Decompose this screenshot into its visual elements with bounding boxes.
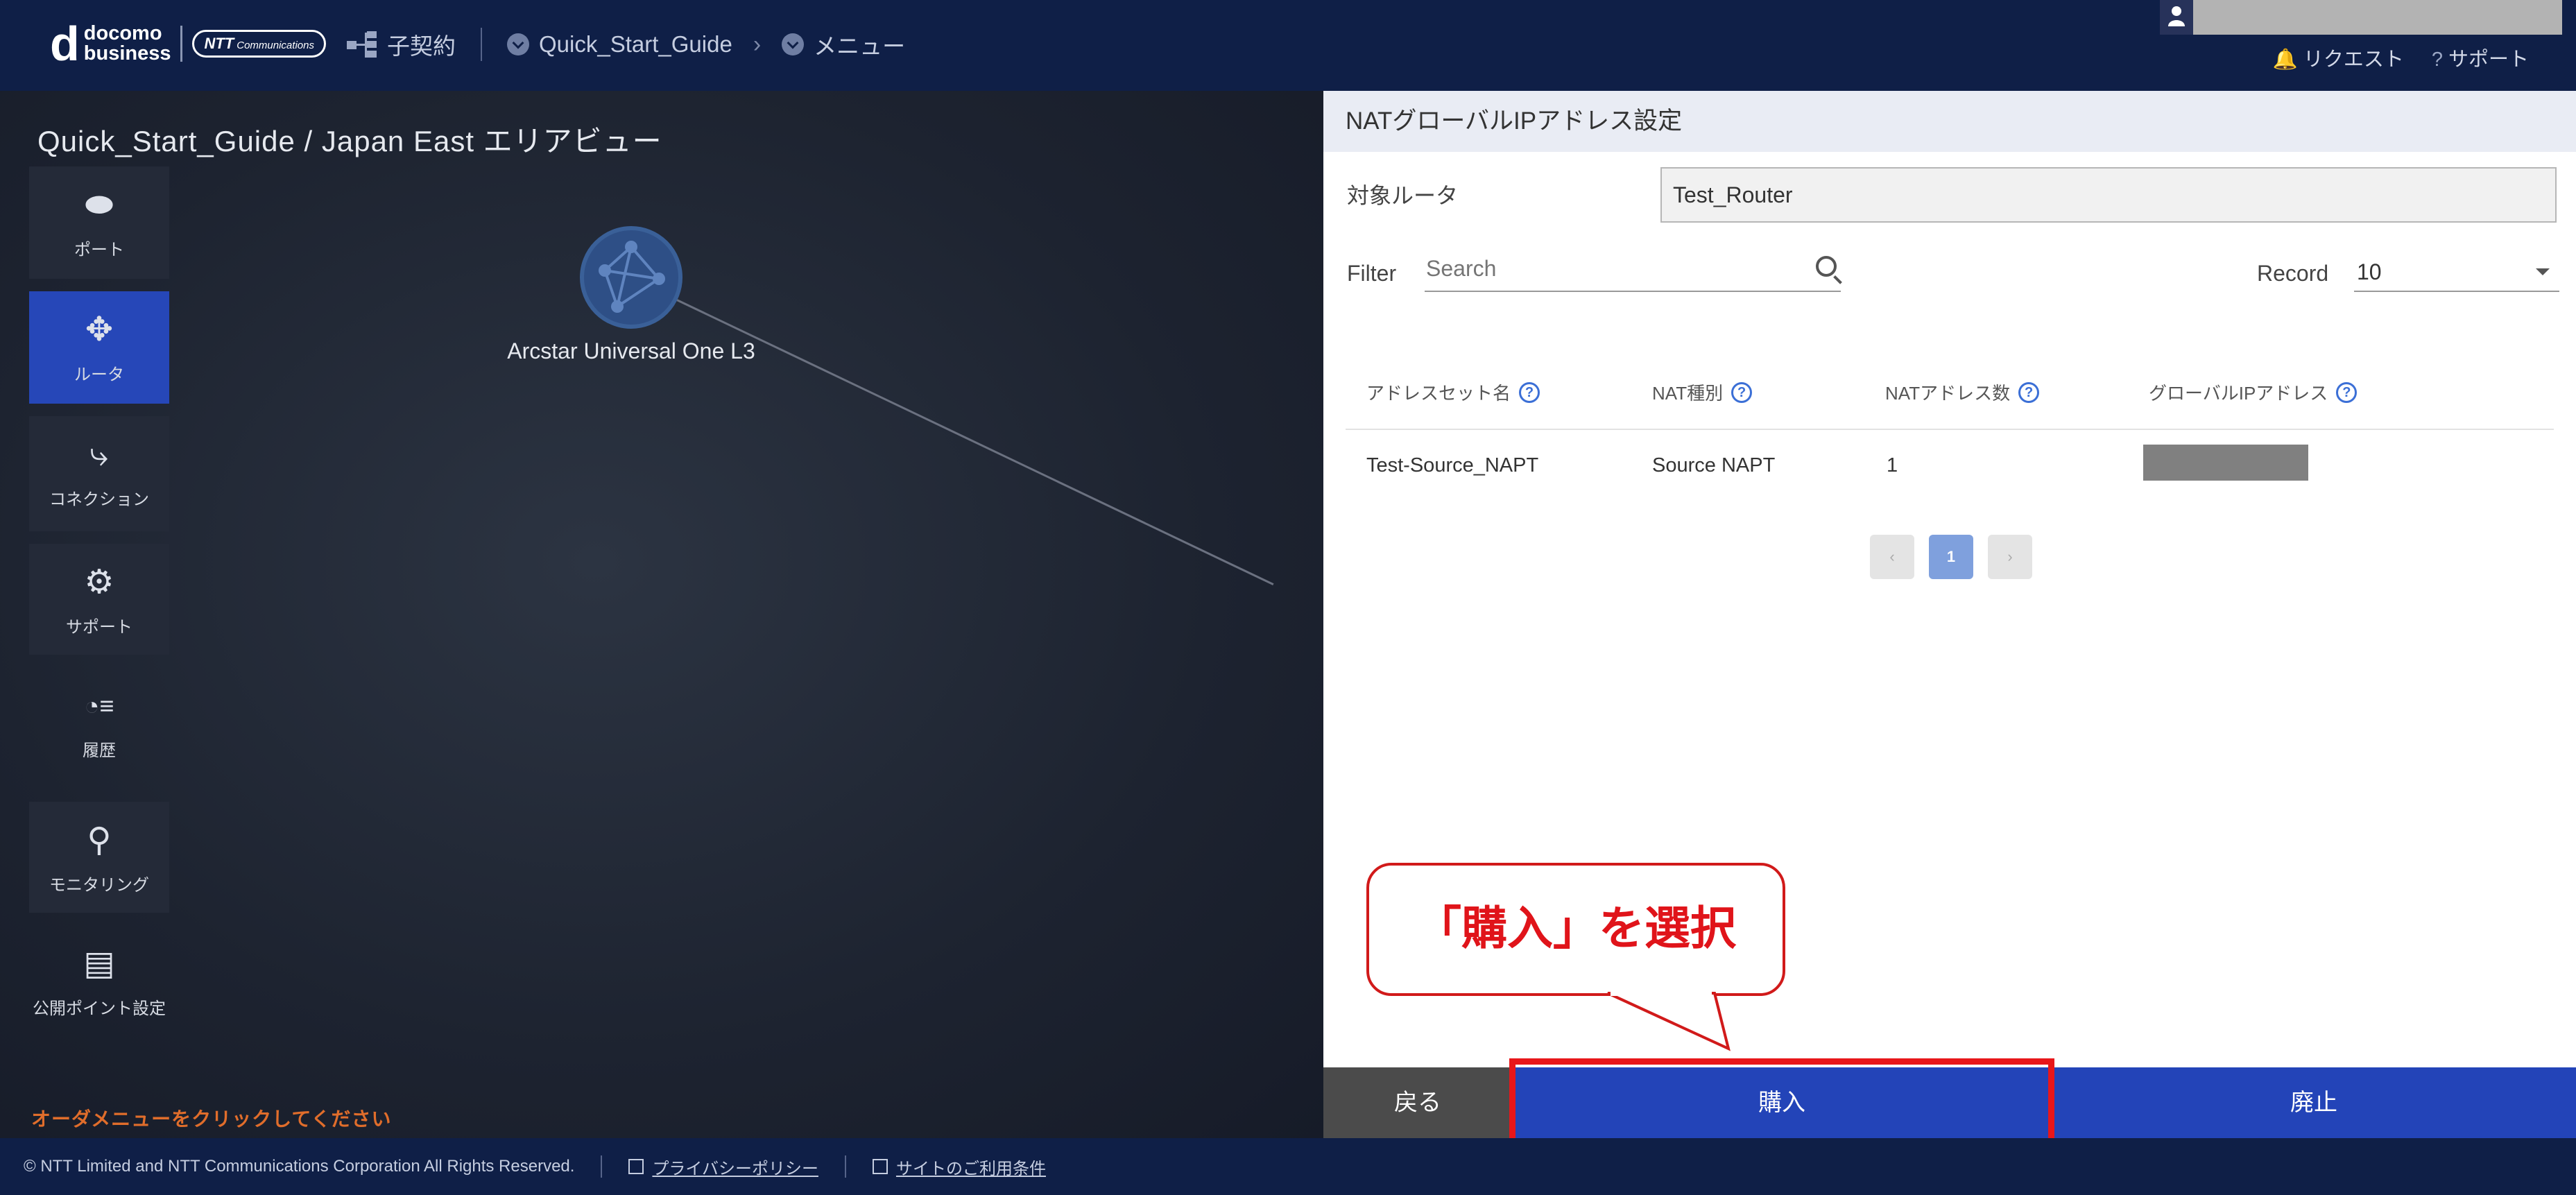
monitoring-icon: ⚲ (87, 822, 112, 859)
column-label: アドレスセット名 (1366, 383, 1511, 404)
ntt-logo: NTT Communications (192, 30, 326, 58)
page-footer: © NTT Limited and NTT Communications Cor… (0, 1138, 2576, 1195)
cancel-button[interactable]: 廃止 (2052, 1067, 2576, 1138)
copyright-text: © NTT Limited and NTT Communications Cor… (24, 1157, 575, 1176)
sidebar-item-label: 履歴 (83, 741, 116, 760)
search-icon[interactable] (1816, 256, 1837, 277)
nav-divider (481, 28, 482, 61)
back-button[interactable]: 戻る (1323, 1067, 1512, 1138)
sidebar-item-history[interactable]: ◔≡ 履歴 (29, 667, 169, 789)
breadcrumb: 子契約 Quick_Start_Guide › メニュー (347, 25, 905, 64)
port-icon: ⬬ (85, 187, 114, 223)
help-icon[interactable]: ? (2018, 381, 2040, 403)
bell-icon: 🔔 (2272, 49, 2298, 71)
router-icon: ✥ (85, 311, 114, 348)
sidebar-item-port[interactable]: ⬬ ポート (29, 166, 169, 279)
sidebar-item-router[interactable]: ✥ ルータ (29, 291, 169, 404)
pagination-prev-button[interactable]: ‹ (1870, 535, 1914, 579)
help-icon[interactable]: ? (2336, 381, 2358, 403)
help-icon[interactable]: ? (1731, 381, 1753, 403)
header-links: 🔔 リクエスト ? サポート (2273, 43, 2529, 72)
top-header: d docomo business NTT Communications 子契約 … (0, 0, 2576, 91)
support-icon: ⚙ (84, 564, 114, 601)
column-header-address-set[interactable]: アドレスセット名? (1366, 379, 1540, 405)
ntt-logo-text: NTT (204, 35, 234, 52)
page-title: Quick_Start_Guide / Japan East エリアビュー (37, 125, 662, 157)
callout-text: 「購入」を選択 (1416, 902, 1736, 954)
connection-icon: ⤷ (89, 436, 109, 473)
support-link[interactable]: ? サポート (2432, 43, 2529, 72)
cell-address-set-name[interactable]: Test-Source_NAPT (1366, 454, 1538, 477)
masked-global-ip (2143, 445, 2308, 481)
search-input[interactable] (1425, 256, 1785, 282)
footer-divider (844, 1155, 846, 1178)
column-label: NAT種別 (1652, 383, 1724, 404)
chevron-right-icon: › (753, 31, 762, 58)
nav-child-contract[interactable]: 子契約 (387, 28, 456, 61)
footer-divider (601, 1155, 603, 1178)
chevron-down-icon[interactable] (507, 33, 529, 55)
history-icon: ◔≡ (84, 691, 114, 720)
request-label: リクエスト (2303, 49, 2404, 71)
buy-button-highlight (1509, 1058, 2054, 1146)
terms-link[interactable]: サイトのご利用条件 (896, 1155, 1046, 1179)
sidebar-item-label: 公開ポイント設定 (33, 999, 166, 1018)
help-icon[interactable]: ? (1519, 381, 1540, 403)
instruction-callout: 「購入」を選択 (1366, 863, 1785, 996)
order-sidebar: ⬬ ポート ✥ ルータ ⤷ コネクション ⚙ サポート ◔≡ 履歴 ⚲ モニタリ… (29, 166, 169, 1042)
sidebar-item-label: ルータ (74, 366, 124, 384)
search-field (1425, 248, 1841, 292)
target-router-field: Test_Router (1660, 167, 2557, 223)
sidebar-item-label: ポート (74, 241, 124, 259)
ntt-logo-sub: Communications (237, 40, 314, 51)
sidebar-item-support[interactable]: ⚙ サポート (29, 544, 169, 655)
node-label: Arcstar Universal One L3 (507, 338, 755, 363)
pagination-next-button[interactable]: › (1988, 535, 2032, 579)
column-label: NATアドレス数 (1885, 383, 2011, 404)
cell-nat-type: Source NAPT (1652, 454, 1776, 476)
record-value: 10 (2357, 259, 2382, 284)
external-link-icon (872, 1159, 888, 1174)
column-header-nat-type[interactable]: NAT種別? (1652, 379, 1753, 405)
record-select[interactable]: 10 (2354, 248, 2559, 292)
dropdown-arrow-icon (2536, 268, 2550, 275)
sidebar-item-label: モニタリング (49, 876, 149, 895)
column-label: グローバルIPアドレス (2149, 383, 2328, 404)
support-label: サポート (2448, 49, 2529, 71)
sidebar-item-connection[interactable]: ⤷ コネクション (29, 416, 169, 531)
column-header-global-ip[interactable]: グローバルIPアドレス? (2149, 379, 2358, 405)
help-circle-icon: ? (2431, 49, 2443, 71)
user-account-bar[interactable] (2160, 0, 2562, 35)
user-icon (2160, 0, 2193, 35)
request-link[interactable]: 🔔 リクエスト (2273, 43, 2404, 72)
logo-mark: d (50, 17, 80, 71)
arcstar-network-icon[interactable] (580, 226, 682, 329)
record-label: Record (2257, 261, 2329, 286)
order-hint-text: オーダメニューをクリックしてください (31, 1108, 392, 1130)
cell-nat-count: 1 (1887, 454, 1898, 476)
logo-line1: docomo (83, 22, 162, 44)
pagination-page-1[interactable]: 1 (1929, 535, 1973, 579)
logo-divider (180, 26, 183, 62)
table-header-divider (1346, 429, 2554, 430)
sidebar-item-public-point[interactable]: ▤ 公開ポイント設定 (29, 925, 169, 1029)
logo-text: docomo business (84, 24, 171, 64)
privacy-policy-link[interactable]: プライバシーポリシー (652, 1155, 818, 1179)
column-header-nat-count[interactable]: NATアドレス数? (1885, 379, 2040, 405)
sidebar-item-label: コネクション (49, 490, 149, 509)
logo-line2: business (83, 42, 171, 65)
chevron-down-icon[interactable] (782, 33, 805, 55)
public-point-icon: ▤ (83, 945, 115, 982)
nav-guide-dropdown[interactable]: Quick_Start_Guide (539, 31, 732, 58)
nav-menu-dropdown[interactable]: メニュー (814, 28, 905, 61)
target-router-label: 対象ルータ (1347, 183, 1459, 208)
sidebar-item-label: サポート (66, 618, 132, 637)
sidebar-item-monitoring[interactable]: ⚲ モニタリング (29, 802, 169, 913)
filter-label: Filter (1347, 261, 1397, 286)
contract-tree-icon (347, 28, 379, 60)
panel-title: NATグローバルIPアドレス設定 (1323, 91, 2576, 152)
docomo-business-logo[interactable]: d docomo business NTT Communications (50, 19, 326, 68)
external-link-icon (628, 1159, 644, 1174)
